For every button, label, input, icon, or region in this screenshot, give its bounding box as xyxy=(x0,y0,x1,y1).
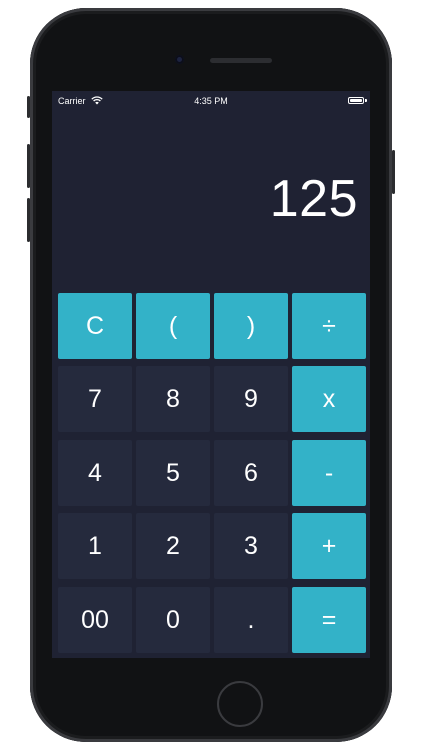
digit-3-button[interactable]: 3 xyxy=(214,513,288,579)
status-time: 4:35 PM xyxy=(194,96,228,106)
digit-0-button[interactable]: 0 xyxy=(136,587,210,653)
calculator-screen: Carrier 4:35 PM 125 C ( ) ÷ 7 8 9 x 4 5 … xyxy=(52,91,370,658)
double-zero-button[interactable]: 00 xyxy=(58,587,132,653)
volume-up-button xyxy=(27,144,30,188)
home-button[interactable] xyxy=(217,681,263,727)
digit-6-button[interactable]: 6 xyxy=(214,440,288,506)
status-bar: Carrier 4:35 PM xyxy=(52,91,370,111)
digit-7-button[interactable]: 7 xyxy=(58,366,132,432)
multiply-button[interactable]: x xyxy=(292,366,366,432)
decimal-point-button[interactable]: . xyxy=(214,587,288,653)
digit-4-button[interactable]: 4 xyxy=(58,440,132,506)
digit-1-button[interactable]: 1 xyxy=(58,513,132,579)
front-camera xyxy=(175,55,184,64)
digit-2-button[interactable]: 2 xyxy=(136,513,210,579)
plus-button[interactable]: + xyxy=(292,513,366,579)
open-paren-button[interactable]: ( xyxy=(136,293,210,359)
minus-button[interactable]: - xyxy=(292,440,366,506)
digit-8-button[interactable]: 8 xyxy=(136,366,210,432)
battery-tip xyxy=(365,99,367,102)
volume-down-button xyxy=(27,198,30,242)
digit-5-button[interactable]: 5 xyxy=(136,440,210,506)
power-button xyxy=(392,150,395,194)
digit-9-button[interactable]: 9 xyxy=(214,366,288,432)
result-display: 125 xyxy=(269,170,358,228)
mute-switch xyxy=(27,96,30,118)
clear-button[interactable]: C xyxy=(58,293,132,359)
equals-button[interactable]: = xyxy=(292,587,366,653)
close-paren-button[interactable]: ) xyxy=(214,293,288,359)
divide-button[interactable]: ÷ xyxy=(292,293,366,359)
battery-icon xyxy=(348,97,364,104)
earpiece-speaker xyxy=(210,58,272,63)
